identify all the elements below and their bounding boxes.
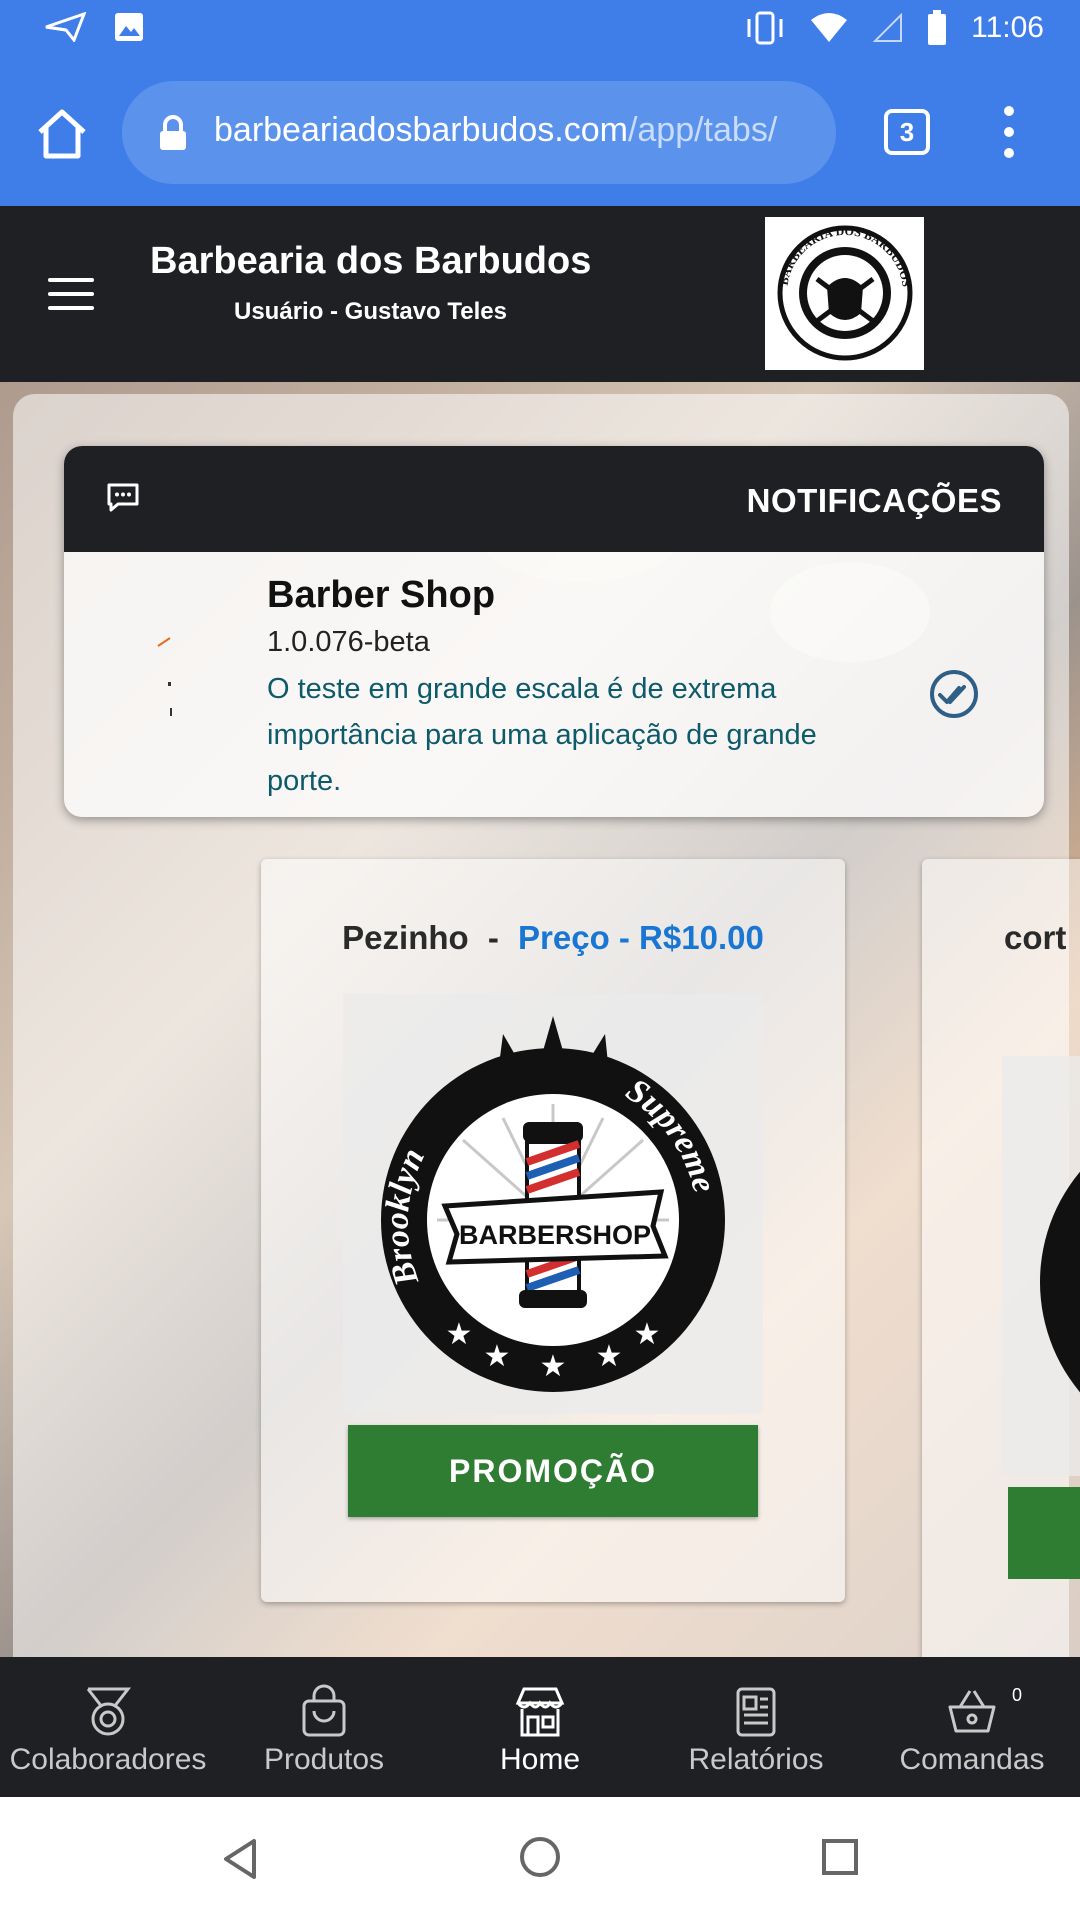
nav-produtos[interactable]: Produtos [216, 1657, 432, 1797]
wifi-icon [811, 13, 848, 42]
url-path: /app/tabs/ [627, 111, 778, 149]
svg-text:★: ★ [634, 1317, 661, 1352]
browser-menu-icon[interactable] [996, 106, 1022, 158]
status-bar: 11:06 [0, 0, 1080, 63]
status-right-icons: 11:06 [745, 10, 1044, 46]
nav-label: Produtos [263, 1743, 385, 1776]
nav-label: Colaboradores [9, 1743, 207, 1776]
nav-label: Home [499, 1743, 581, 1776]
comandas-badge: 0 [1011, 1685, 1022, 1705]
home-icon[interactable] [34, 106, 90, 162]
product-name: cort [1004, 919, 1067, 956]
tab-switcher-button[interactable]: 3 [884, 109, 930, 155]
signal-icon [873, 13, 903, 42]
barbershop-logo: BARBEARIA DOS BARBUDOS [765, 217, 924, 370]
svg-text:BARBERSHOP: BARBERSHOP [459, 1220, 651, 1250]
app-header: Barbearia dos Barbudos Usuário - Gustavo… [0, 206, 1080, 382]
medal-icon [86, 1687, 132, 1736]
notifications-title: NOTIFICAÇÕES [746, 482, 1002, 519]
content-panel: NOTIFICAÇÕES Barber Shop 1.0.076-beta O … [13, 394, 1080, 1657]
lock-icon [160, 115, 186, 150]
nav-home[interactable]: Home [432, 1657, 648, 1797]
notifications-header: NOTIFICAÇÕES [64, 446, 1044, 552]
product-price: Preço - R$10.00 [518, 919, 764, 956]
svg-text:★: ★ [446, 1317, 473, 1352]
home-circle-icon[interactable] [518, 1835, 562, 1879]
svg-text:★: ★ [596, 1339, 623, 1374]
nav-relatorios[interactable]: Relatórios [648, 1657, 864, 1797]
notification-message: O teste em grande escala é de extrema im… [267, 673, 817, 797]
basket-icon [948, 1690, 996, 1733]
shopping-bag-icon [302, 1684, 346, 1737]
main-content[interactable]: NOTIFICAÇÕES Barber Shop 1.0.076-beta O … [0, 382, 1080, 1657]
system-navigation [0, 1797, 1080, 1920]
svg-text:★: ★ [540, 1349, 567, 1384]
product-card[interactable]: cort [922, 859, 1080, 1657]
barbershop-logo-icon: BARBEARIA DOS BARBUDOS [777, 224, 914, 361]
promotion-button[interactable] [1008, 1487, 1080, 1579]
product-image[interactable]: BARBERSHOP Brooklyn Supreme ★ ★ ★ ★ ★ [343, 994, 763, 1414]
address-bar[interactable]: barbeariadosbarbudos.com/app/tabs/ [122, 81, 836, 184]
mark-read-check-icon[interactable] [928, 668, 980, 720]
recent-apps-icon[interactable] [820, 1837, 860, 1877]
notification-title: Barber Shop [267, 574, 496, 616]
nav-comandas[interactable]: 0 Comandas [864, 1657, 1080, 1797]
barbershop-badge-icon: BARBERSHOP Brooklyn Supreme ★★ ★ ★★ [379, 1016, 725, 1392]
image-icon [115, 13, 143, 41]
report-icon [736, 1687, 776, 1737]
url-domain: barbeariadosbarbudos.com [214, 111, 628, 149]
menu-icon[interactable] [48, 278, 94, 310]
nav-label: Relatórios [688, 1743, 824, 1776]
nav-label: Comandas [899, 1743, 1045, 1776]
nav-colaboradores[interactable]: Colaboradores [0, 1657, 216, 1797]
status-left-icons [44, 12, 144, 42]
notification-thumbnail [157, 637, 172, 716]
back-icon[interactable] [220, 1837, 260, 1881]
bottom-navigation: Colaboradores Produtos Home Relatórios 0… [0, 1657, 1080, 1797]
notifications-card: NOTIFICAÇÕES Barber Shop 1.0.076-beta O … [64, 446, 1044, 817]
product-name: Pezinho [342, 919, 469, 956]
store-icon [515, 1687, 565, 1737]
product-image[interactable] [1002, 1056, 1080, 1476]
product-card[interactable]: Pezinho - Preço - R$10.00 BARBERSHOP Bro… [261, 859, 845, 1602]
user-label: Usuário - Gustavo Teles [234, 298, 507, 325]
svg-text:★: ★ [484, 1339, 511, 1374]
promotion-button[interactable]: PROMOÇÃO [348, 1425, 758, 1517]
status-time: 11:06 [971, 11, 1044, 44]
chat-icon [107, 483, 139, 512]
send-icon [45, 12, 86, 42]
browser-toolbar: barbeariadosbarbudos.com/app/tabs/ 3 [0, 63, 1080, 206]
app-title: Barbearia dos Barbudos [150, 240, 592, 282]
url-text: barbeariadosbarbudos.com/app/tabs/ [214, 111, 826, 150]
product-title: Pezinho - Preço - R$10.00 [261, 919, 845, 957]
vibrate-icon [747, 11, 783, 45]
title-separator: - [487, 919, 499, 956]
notification-version: 1.0.076-beta [267, 626, 430, 658]
battery-icon [928, 10, 947, 45]
